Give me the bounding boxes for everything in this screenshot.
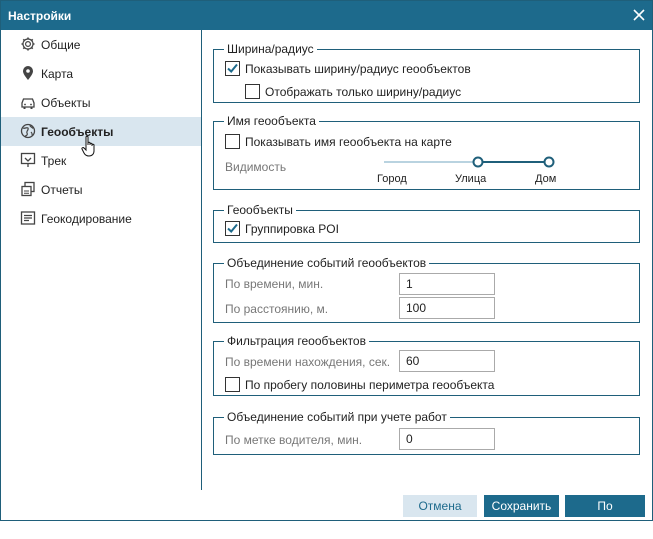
by-time-input[interactable]: [399, 273, 495, 295]
geofence-name-group: Имя геообъекта Показывать имя геообъекта…: [213, 114, 640, 190]
by-time-label: По времени, мин.: [225, 277, 324, 291]
by-distance-label: По расстоянию, м.: [225, 302, 329, 316]
sidebar-item-reports[interactable]: Отчеты: [1, 175, 201, 204]
close-icon[interactable]: [630, 6, 648, 24]
group-legend: Имя геообъекта: [224, 114, 319, 128]
geocoding-icon: [20, 210, 36, 226]
settings-sidebar: Общие Карта Объекты Геообъекты Трек Отче…: [1, 30, 202, 490]
save-button[interactable]: Сохранить: [484, 495, 559, 517]
group-legend: Объединение событий геообъектов: [224, 256, 430, 270]
by-distance-input[interactable]: [399, 297, 495, 319]
show-name-checkbox[interactable]: Показывать имя геообъекта на карте: [225, 133, 465, 151]
driver-tag-input[interactable]: [399, 428, 495, 450]
checkbox-label: Группировка POI: [245, 222, 339, 236]
stay-time-label: По времени нахождения, сек.: [225, 355, 391, 369]
checkbox-label: По пробегу половины периметра геообъекта: [245, 378, 495, 392]
reports-icon: [20, 181, 36, 197]
sidebar-item-label: Отчеты: [41, 183, 83, 197]
slider-stop-city: Город: [377, 173, 407, 185]
only-width-radius-checkbox[interactable]: Отображать только ширину/радиус: [245, 83, 475, 101]
slider-stop-street: Улица: [455, 173, 487, 185]
group-legend: Фильтрация геообъектов: [224, 334, 369, 348]
geofences-group: Геообъекты Группировка POI: [213, 203, 640, 243]
checkbox-box[interactable]: [225, 134, 240, 149]
poi-grouping-checkbox[interactable]: Группировка POI: [225, 220, 365, 238]
hand-cursor-icon: [81, 135, 99, 159]
visibility-label: Видимость: [225, 160, 287, 174]
sidebar-item-label: Карта: [41, 67, 74, 81]
checkbox-label: Показывать имя геообъекта на карте: [245, 135, 452, 149]
sidebar-item-map[interactable]: Карта: [1, 59, 201, 88]
sidebar-item-track[interactable]: Трек: [1, 146, 201, 175]
group-legend: Объединение событий при учете работ: [224, 410, 450, 424]
work-merge-group: Объединение событий при учете работ По м…: [213, 410, 640, 455]
sidebar-item-geofences[interactable]: Геообъекты: [1, 117, 201, 146]
driver-tag-label: По метке водителя, мин.: [225, 433, 363, 447]
checkbox-box[interactable]: [225, 377, 240, 392]
sidebar-item-label: Общие: [41, 38, 81, 52]
events-merge-group: Объединение событий геообъектов По време…: [213, 256, 640, 323]
gear-icon: [20, 36, 36, 52]
title-bar: Настройки: [1, 1, 652, 30]
sidebar-item-label: Геокодирование: [41, 212, 132, 226]
globe-icon: [20, 123, 36, 139]
sidebar-item-objects[interactable]: Объекты: [1, 88, 201, 117]
filtering-group: Фильтрация геообъектов По времени нахожд…: [213, 334, 640, 396]
sidebar-item-label: Трек: [41, 154, 67, 168]
track-icon: [20, 152, 36, 168]
sidebar-item-label: Геообъекты: [41, 125, 114, 139]
checkbox-box[interactable]: [225, 221, 240, 236]
settings-dialog: Настройки Общие Карта Объекты Геообъекты…: [0, 0, 653, 535]
slider-stop-house: Дом: [535, 173, 557, 185]
checkbox-box[interactable]: [225, 61, 240, 76]
sidebar-item-general[interactable]: Общие: [1, 30, 201, 59]
dialog-footer: Отмена Сохранить По умолчанию: [1, 490, 652, 535]
half-perimeter-checkbox[interactable]: По пробегу половины периметра геообъекта: [225, 376, 515, 394]
sidebar-item-geocoding[interactable]: Геокодирование: [1, 204, 201, 233]
stay-time-input[interactable]: [399, 350, 495, 372]
sidebar-item-label: Объекты: [41, 96, 91, 110]
visibility-slider[interactable]: [384, 155, 564, 169]
dialog-title: Настройки: [8, 9, 72, 23]
reset-defaults-button[interactable]: По умолчанию: [565, 495, 645, 535]
car-icon: [20, 94, 36, 110]
checkbox-label: Отображать только ширину/радиус: [265, 85, 462, 99]
checkbox-label: Показывать ширину/радиус геообъектов: [245, 62, 471, 76]
group-legend: Ширина/радиус: [224, 42, 317, 56]
show-width-radius-checkbox[interactable]: Показывать ширину/радиус геообъектов: [225, 60, 485, 78]
group-legend: Геообъекты: [224, 203, 296, 217]
width-radius-group: Ширина/радиус Показывать ширину/радиус г…: [213, 42, 640, 103]
cancel-button[interactable]: Отмена: [403, 495, 477, 517]
checkbox-box[interactable]: [245, 84, 260, 99]
map-pin-icon: [20, 65, 36, 81]
